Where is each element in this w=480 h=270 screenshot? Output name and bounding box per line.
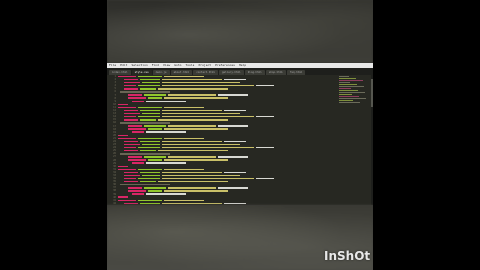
letterbox-right — [373, 0, 480, 270]
minimap-line — [339, 102, 360, 103]
menu-tools[interactable]: Tools — [185, 63, 194, 68]
menu-preferences[interactable]: Preferences — [215, 63, 235, 68]
editor-tabbar: index.html style.css main.js about.html … — [107, 68, 373, 75]
menu-goto[interactable]: Goto — [174, 63, 181, 68]
minimap-line — [339, 90, 358, 91]
menu-edit[interactable]: Edit — [120, 63, 127, 68]
letterbox-left — [0, 0, 107, 270]
minimap-line — [339, 78, 356, 79]
menu-selection[interactable]: Selection — [131, 63, 147, 68]
menu-help[interactable]: Help — [239, 63, 246, 68]
code-area[interactable]: 1 2 3 4 5 6 7 8 9 10 11 12 13 14 15 16 17 18 19 20 21 22 23 24 2… — [107, 75, 337, 205]
minimap-line — [339, 80, 363, 81]
menu-view[interactable]: View — [163, 63, 170, 68]
minimap-line — [339, 94, 352, 95]
minimap-line — [339, 76, 349, 77]
minimap-line — [339, 84, 357, 85]
code-editor-window: File Edit Selection Find View Goto Tools… — [107, 63, 373, 205]
minimap-line — [339, 82, 350, 83]
minimap-line — [339, 86, 364, 87]
video-frame: File Edit Selection Find View Goto Tools… — [107, 0, 373, 270]
line-number-gutter: 1 2 3 4 5 6 7 8 9 10 11 12 13 14 15 16 17 18 19 20 21 22 23 24 2… — [107, 75, 116, 205]
inshot-watermark: InShOt — [324, 249, 371, 263]
minimap-line — [339, 98, 366, 99]
menu-find[interactable]: Find — [152, 63, 159, 68]
editor-scrollbar[interactable] — [371, 75, 373, 205]
minimap-line — [339, 100, 353, 101]
minimap-line — [339, 88, 351, 89]
scroll-thumb[interactable] — [371, 79, 373, 107]
menu-file[interactable]: File — [109, 63, 116, 68]
blurred-background-top — [107, 0, 373, 63]
code-lines[interactable] — [118, 75, 337, 205]
menu-project[interactable]: Project — [198, 63, 211, 68]
minimap-line — [339, 92, 365, 93]
minimap-line — [339, 96, 359, 97]
minimap[interactable] — [339, 75, 371, 115]
